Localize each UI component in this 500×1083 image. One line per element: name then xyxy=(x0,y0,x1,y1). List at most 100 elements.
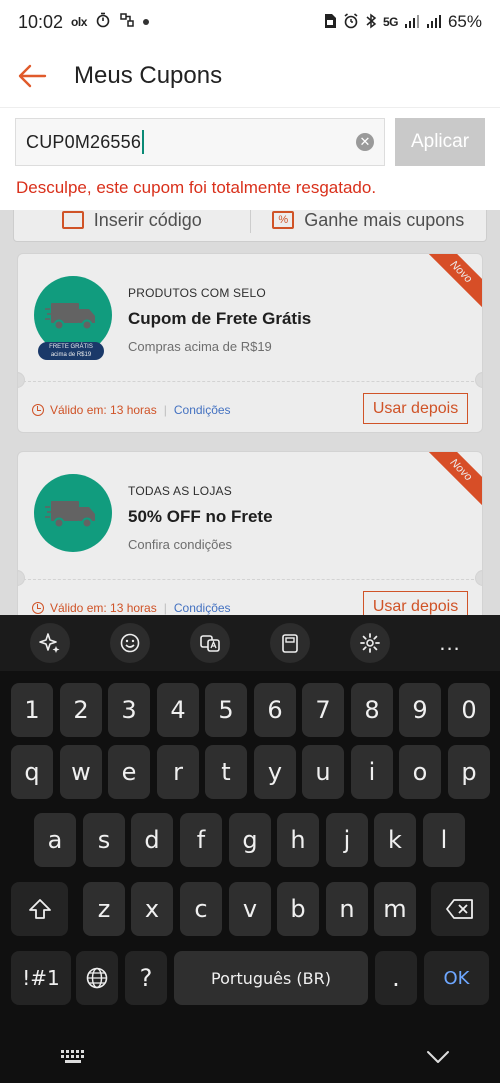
validity-row: Válido em: 13 horas | Condições xyxy=(32,601,231,615)
navigation-bar xyxy=(0,1035,500,1083)
key-c[interactable]: c xyxy=(180,882,222,936)
status-bar: 10:02 olx 5G 65% xyxy=(0,0,500,44)
on-screen-keyboard: ... 1 2 3 4 5 6 7 8 9 0 q w e r t y u i … xyxy=(0,615,500,1083)
coupon-percent-icon: % xyxy=(272,211,295,229)
validity-row: Válido em: 13 horas | Condições xyxy=(32,403,231,417)
key-y[interactable]: y xyxy=(254,745,296,799)
key-n[interactable]: n xyxy=(326,882,368,936)
ok-key[interactable]: OK xyxy=(424,951,489,1005)
use-later-button[interactable]: Usar depois xyxy=(363,591,468,615)
question-key[interactable]: ? xyxy=(125,951,167,1005)
key-a[interactable]: a xyxy=(34,813,76,867)
validity-text: Válido em: 13 horas xyxy=(50,601,157,615)
key-g[interactable]: g xyxy=(229,813,271,867)
key-m[interactable]: m xyxy=(374,882,416,936)
ai-sparkle-icon[interactable] xyxy=(30,623,70,663)
key-x[interactable]: x xyxy=(131,882,173,936)
key-b[interactable]: b xyxy=(277,882,319,936)
key-e[interactable]: e xyxy=(108,745,150,799)
coupon-title: Cupom de Frete Grátis xyxy=(128,309,312,328)
back-arrow-icon[interactable] xyxy=(0,44,64,108)
use-later-button[interactable]: Usar depois xyxy=(363,393,468,424)
clear-input-icon[interactable]: ✕ xyxy=(356,133,374,151)
key-u[interactable]: u xyxy=(302,745,344,799)
more-coupons-button[interactable]: % Ganhe mais cupons xyxy=(251,210,487,231)
free-shipping-badge: FRETE GRÁTIS acima de R$19 xyxy=(38,342,104,360)
key-f[interactable]: f xyxy=(180,813,222,867)
translate-icon[interactable] xyxy=(190,623,230,663)
insert-code-button[interactable]: Inserir código xyxy=(14,210,250,231)
new-ribbon: Novo xyxy=(422,452,482,509)
coupon-subtitle: Confira condições xyxy=(128,537,233,552)
key-p[interactable]: p xyxy=(448,745,490,799)
coupon-code-value: CUP0M26556 xyxy=(26,131,142,152)
apply-button[interactable]: Aplicar xyxy=(395,118,485,166)
key-l[interactable]: l xyxy=(423,813,465,867)
coupon-card: Novo TODAS AS LOJAS 50% OFF no Frete Con… xyxy=(17,451,483,615)
key-0[interactable]: 0 xyxy=(448,683,490,737)
coupon-title: 50% OFF no Frete xyxy=(128,507,273,526)
clipboard-icon[interactable] xyxy=(270,623,310,663)
coupon-list: Inserir código % Ganhe mais cupons Novo … xyxy=(0,210,500,615)
key-9[interactable]: 9 xyxy=(399,683,441,737)
emoji-icon[interactable] xyxy=(110,623,150,663)
key-8[interactable]: 8 xyxy=(351,683,393,737)
key-s[interactable]: s xyxy=(83,813,125,867)
key-5[interactable]: 5 xyxy=(205,683,247,737)
divider xyxy=(18,381,482,382)
key-o[interactable]: o xyxy=(399,745,441,799)
hide-keyboard-chevron-icon[interactable] xyxy=(426,1050,450,1069)
key-6[interactable]: 6 xyxy=(254,683,296,737)
key-i[interactable]: i xyxy=(351,745,393,799)
page-title: Meus Cupons xyxy=(74,61,223,89)
ticket-notch xyxy=(18,372,25,388)
key-r[interactable]: r xyxy=(157,745,199,799)
settings-gear-icon[interactable] xyxy=(350,623,390,663)
keyboard-row-a: a s d f g h j k l xyxy=(0,813,500,867)
signal-icon xyxy=(404,13,420,32)
coupon-code-input[interactable]: CUP0M26556 ✕ xyxy=(15,118,385,166)
keyboard-switch-icon[interactable] xyxy=(60,1049,86,1070)
keyboard-row-numbers: 1 2 3 4 5 6 7 8 9 0 xyxy=(0,683,500,737)
key-q[interactable]: q xyxy=(11,745,53,799)
validity-text: Válido em: 13 horas xyxy=(50,403,157,417)
key-3[interactable]: 3 xyxy=(108,683,150,737)
badge-line2: acima de R$19 xyxy=(50,352,92,358)
keyboard-row-bottom: !#1 ? Português (BR) . OK xyxy=(0,951,500,1005)
key-w[interactable]: w xyxy=(60,745,102,799)
coupon-category: TODAS AS LOJAS xyxy=(128,484,232,498)
error-message: Desculpe, este cupom foi totalmente resg… xyxy=(16,178,377,197)
key-z[interactable]: z xyxy=(83,882,125,936)
separator: | xyxy=(163,403,167,417)
backspace-key-icon[interactable] xyxy=(431,882,489,936)
more-options-icon[interactable]: ... xyxy=(430,623,470,663)
more-coupons-label: Ganhe mais cupons xyxy=(304,210,465,230)
coupon-input-panel: CUP0M26556 ✕ Aplicar Desculpe, este cupo… xyxy=(0,108,500,210)
separator: | xyxy=(163,601,167,615)
key-v[interactable]: v xyxy=(229,882,271,936)
symbols-key[interactable]: !#1 xyxy=(11,951,71,1005)
insert-code-label: Inserir código xyxy=(93,210,202,230)
key-k[interactable]: k xyxy=(374,813,416,867)
key-j[interactable]: j xyxy=(326,813,368,867)
key-2[interactable]: 2 xyxy=(60,683,102,737)
keyboard-toolbar: ... xyxy=(0,615,500,671)
key-7[interactable]: 7 xyxy=(302,683,344,737)
5g-icon: 5G xyxy=(382,15,399,29)
key-h[interactable]: h xyxy=(277,813,319,867)
conditions-link[interactable]: Condições xyxy=(174,403,231,417)
key-1[interactable]: 1 xyxy=(11,683,53,737)
conditions-link[interactable]: Condições xyxy=(174,601,231,615)
key-d[interactable]: d xyxy=(131,813,173,867)
key-t[interactable]: t xyxy=(205,745,247,799)
period-key[interactable]: . xyxy=(375,951,417,1005)
divider xyxy=(18,579,482,580)
bluetooth-icon xyxy=(365,13,377,32)
clock-icon xyxy=(32,404,44,416)
shift-key-icon[interactable] xyxy=(11,882,68,936)
key-4[interactable]: 4 xyxy=(157,683,199,737)
space-key[interactable]: Português (BR) xyxy=(174,951,368,1005)
truck-logo-icon xyxy=(34,474,112,552)
keyboard-icon xyxy=(61,211,84,229)
globe-language-icon[interactable] xyxy=(76,951,118,1005)
